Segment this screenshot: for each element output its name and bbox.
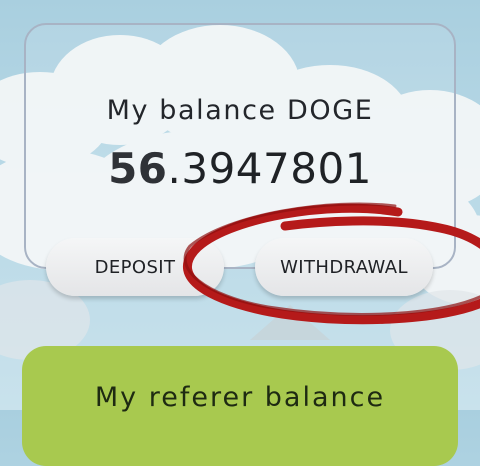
balance-value-integer: 56 [108,144,168,193]
referer-balance-title: My referer balance [94,382,386,413]
balance-value: 56.3947801 [0,144,480,193]
withdrawal-button[interactable]: WITHDRAWAL [255,238,433,296]
balance-value-fraction: .3947801 [167,144,372,193]
deposit-button[interactable]: DEPOSIT [46,238,224,296]
button-connector [224,267,255,269]
balance-title: My balance DOGE [106,95,374,126]
